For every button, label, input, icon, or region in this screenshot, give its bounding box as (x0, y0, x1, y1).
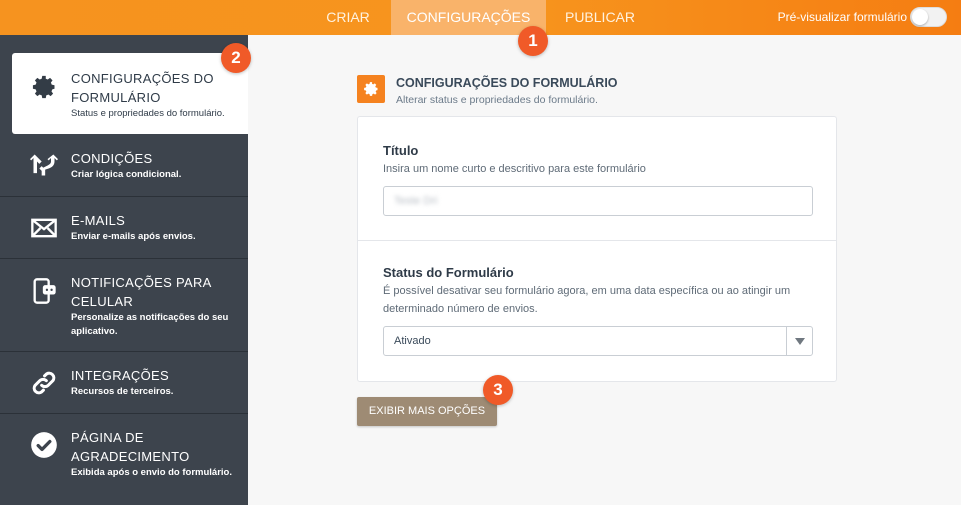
sidebar-item-desc: Recursos de terceiros. (71, 386, 174, 397)
title-field-help: Insira um nome curto e descritivo para e… (383, 163, 646, 175)
status-field-help: É possível desativar seu formulário agor… (383, 285, 791, 315)
chevron-down-icon (795, 338, 805, 345)
sidebar-item-title: PÁGINA DE AGRADECIMENTO (71, 430, 190, 464)
section-gear-icon (357, 75, 385, 103)
sidebar-item-desc: Enviar e-mails após envios. (71, 231, 196, 242)
preview-form-label: Pré-visualizar formulário (777, 10, 907, 24)
sidebar-item-desc: Personalize as notificações do seu aplic… (71, 312, 229, 337)
conditions-icon (30, 154, 58, 176)
sidebar-item-mobile-notifications[interactable]: NOTIFICAÇÕES PARA CELULAR Personalize as… (0, 259, 248, 352)
sidebar-item-title: INTEGRAÇÕES (71, 368, 169, 383)
sidebar-item-conditions[interactable]: CONDIÇÕES Criar lógica condicional. (0, 135, 248, 197)
mobile-notification-icon (33, 278, 56, 304)
tab-publicar[interactable]: PUBLICAR (555, 0, 645, 35)
show-more-options-button[interactable]: EXIBIR MAIS OPÇÕES (357, 397, 497, 426)
top-bar: CRIAR CONFIGURAÇÕES PUBLICAR Pré-visuali… (0, 0, 961, 35)
status-select-value: Ativado (394, 335, 431, 347)
sidebar-item-title: CONDIÇÕES (71, 151, 153, 166)
title-input[interactable]: Teste Dri (383, 186, 813, 216)
select-arrow-box[interactable] (786, 327, 812, 355)
sidebar-item-desc: Criar lógica condicional. (71, 169, 182, 180)
step-badge-3: 3 (483, 375, 513, 405)
title-input-value: Teste Dri (394, 195, 438, 207)
main-content: CONFIGURAÇÕES DO FORMULÁRIO Alterar stat… (248, 35, 961, 505)
divider (358, 240, 836, 241)
step-badge-2: 2 (221, 43, 251, 73)
section-subtitle: Alterar status e propriedades do formulá… (396, 94, 598, 106)
sidebar-item-title: CONFIGURAÇÕES DO FORMULÁRIO (71, 71, 214, 105)
title-field-label: Título (383, 143, 419, 158)
sidebar-item-thank-you-page[interactable]: PÁGINA DE AGRADECIMENTO Exibida após o e… (0, 414, 248, 505)
tab-criar[interactable]: CRIAR (313, 0, 383, 35)
sidebar-item-form-settings[interactable]: CONFIGURAÇÕES DO FORMULÁRIO Status e pro… (12, 53, 248, 134)
link-icon (32, 371, 56, 395)
gear-icon (32, 75, 55, 99)
preview-form-toggle[interactable] (910, 7, 947, 27)
check-circle-icon (31, 432, 57, 458)
sidebar-item-title: E-MAILS (71, 213, 126, 228)
envelope-icon (31, 218, 57, 238)
toggle-knob (912, 9, 928, 25)
status-field-label: Status do Formulário (383, 265, 514, 280)
sidebar-item-integrations[interactable]: INTEGRAÇÕES Recursos de terceiros. (0, 352, 248, 414)
sidebar-item-title: NOTIFICAÇÕES PARA CELULAR (71, 275, 211, 309)
status-select[interactable]: Ativado (383, 326, 813, 356)
step-badge-1: 1 (518, 26, 548, 56)
sidebar-item-desc: Status e propriedades do formulário. (71, 108, 225, 119)
settings-card: Título Insira um nome curto e descritivo… (357, 116, 837, 382)
sidebar-item-emails[interactable]: E-MAILS Enviar e-mails após envios. (0, 197, 248, 259)
sidebar-item-desc: Exibida após o envio do formulário. (71, 467, 232, 478)
sidebar: CONFIGURAÇÕES DO FORMULÁRIO Status e pro… (0, 35, 248, 505)
section-title: CONFIGURAÇÕES DO FORMULÁRIO (396, 76, 618, 90)
